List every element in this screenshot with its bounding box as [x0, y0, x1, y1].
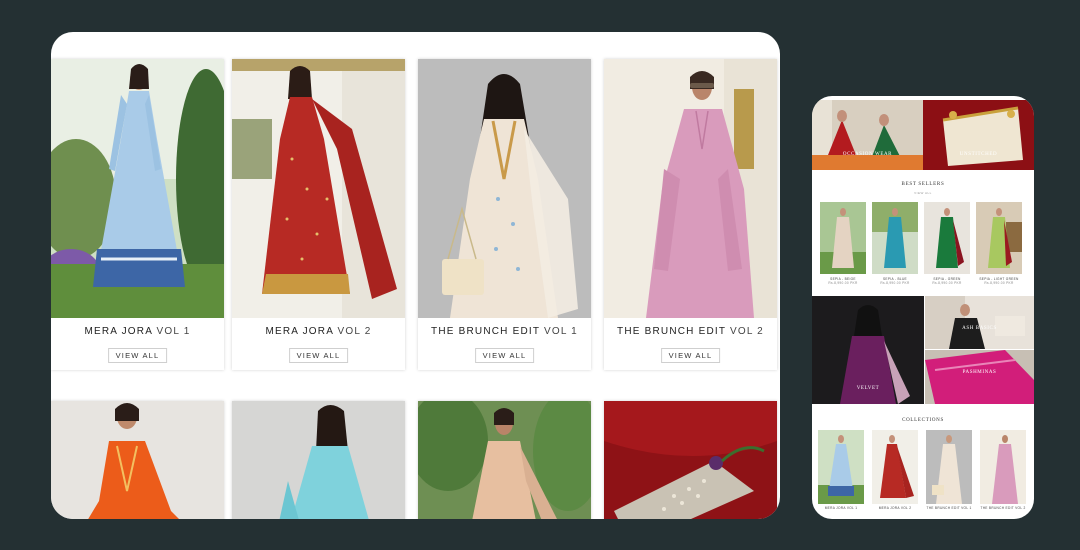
collection-title: THE BRUNCH EDIT VOL 1: [431, 326, 578, 337]
collection-image-mera-jora-vol-1[interactable]: [51, 59, 224, 318]
desktop-collections-panel: MERA JORA VOL 1 VIEW ALL MERA JORA VOL 2…: [51, 32, 780, 519]
hero-occasion-wear[interactable]: OCCASION WEAR: [812, 100, 923, 170]
view-all-button[interactable]: VIEW ALL: [288, 348, 349, 363]
collection-image-brunch-edit-vol-1[interactable]: [418, 59, 591, 318]
product-caption: SEPIA - BLUE Rs.8,990.00 PKR: [880, 277, 910, 285]
collections-heading: COLLECTIONS: [902, 418, 944, 423]
promo-pashminas[interactable]: PASHMINAS: [925, 350, 1034, 404]
product-image[interactable]: [820, 202, 866, 274]
mobile-home-preview: OCCASION WEAR UNSTITCHED BEST SELLERS VI…: [812, 96, 1034, 519]
collection-card-beige-outfit[interactable]: [418, 401, 591, 519]
hero-unstitched[interactable]: UNSTITCHED: [923, 100, 1034, 170]
collection-title: THE BRUNCH EDIT VOL 2: [617, 326, 764, 337]
collection-image-brunch-edit-vol-2[interactable]: [604, 59, 777, 318]
promo-label-pashminas: PASHMINAS: [962, 370, 997, 375]
collection-caption: MERA JORA VOL 1: [824, 506, 858, 510]
collection-thumb[interactable]: [818, 430, 864, 504]
collection-thumb[interactable]: [872, 430, 918, 504]
product-image[interactable]: [976, 202, 1022, 274]
collection-card-aqua-outfit[interactable]: [232, 401, 405, 519]
collection-title: MERA JORA VOL 1: [84, 326, 191, 337]
product-image[interactable]: [924, 202, 970, 274]
hero-label-unstitched: UNSTITCHED: [959, 152, 998, 157]
view-all-button[interactable]: VIEW ALL: [474, 348, 535, 363]
collection-image-mera-jora-vol-2[interactable]: [232, 59, 405, 318]
collection-card-orange-outfit[interactable]: [51, 401, 224, 519]
view-all-button[interactable]: VIEW ALL: [107, 348, 168, 363]
promo-velvet[interactable]: VELVET: [812, 296, 924, 404]
promo-label-ash-basics: ASH BASICS: [962, 326, 997, 331]
product-image[interactable]: [872, 202, 918, 274]
collection-caption: THE BRUNCH EDIT VOL 1: [926, 506, 972, 510]
view-all-button[interactable]: VIEW ALL: [660, 348, 721, 363]
collection-caption: THE BRUNCH EDIT VOL 2: [980, 506, 1026, 510]
hero-label-occasion-wear: OCCASION WEAR: [842, 152, 893, 157]
collection-thumb[interactable]: [926, 430, 972, 504]
collection-thumb[interactable]: [980, 430, 1026, 504]
promo-label-velvet: VELVET: [856, 386, 880, 391]
collection-card-brunch-edit-vol-2[interactable]: THE BRUNCH EDIT VOL 2 VIEW ALL: [604, 59, 777, 370]
product-caption: SEPIA - LIGHT GREEN Rs.8,990.00 PKR: [979, 277, 1019, 285]
best-sellers-heading: BEST SELLERS: [901, 182, 945, 187]
best-sellers-view-all[interactable]: VIEW ALL: [812, 191, 1034, 195]
promo-ash-basics[interactable]: ASH BASICS: [925, 296, 1034, 349]
collection-card-mera-jora-vol-2[interactable]: MERA JORA VOL 2 VIEW ALL: [232, 59, 405, 370]
product-caption: SEPIA - BEIGE Rs.8,990.00 PKR: [828, 277, 858, 285]
collection-card-mera-jora-vol-1[interactable]: MERA JORA VOL 1 VIEW ALL: [51, 59, 224, 370]
collection-caption: MERA JORA VOL 2: [878, 506, 912, 510]
collection-card-brunch-edit-vol-1[interactable]: THE BRUNCH EDIT VOL 1 VIEW ALL: [418, 59, 591, 370]
product-caption: SEPIA - GREEN Rs.8,990.00 PKR: [932, 277, 962, 285]
collection-title: MERA JORA VOL 2: [265, 326, 372, 337]
collection-card-red-fabric[interactable]: [604, 401, 777, 519]
